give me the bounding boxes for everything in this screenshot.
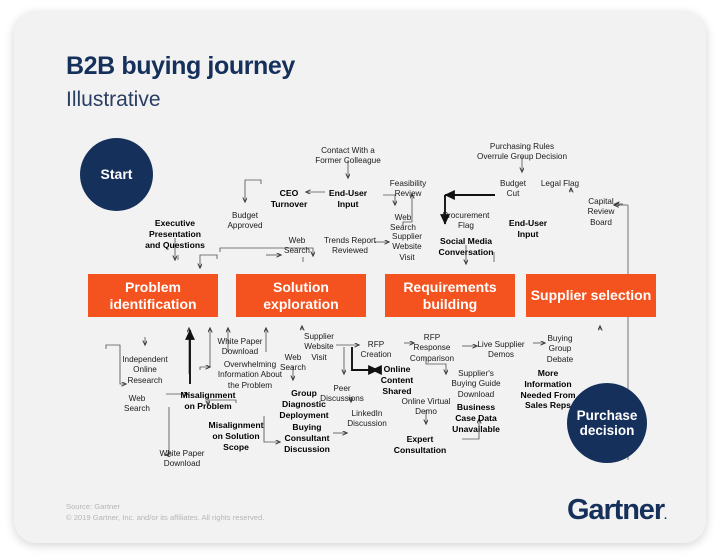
flow-node-supplier-website-visit: Supplier Website Visit — [391, 232, 423, 262]
flow-node-overwhelming-information-about-the-problem: Overwhelming Information About the Probl… — [217, 360, 283, 390]
flow-node-executive-presentation-and-questions: Executive Presentation and Questions — [145, 218, 205, 250]
flow-node-trends-report-reviewed: Trends Report Reviewed — [323, 236, 377, 256]
flow-node-end-user-input: End-User Input — [328, 188, 368, 209]
flow-node-legal-flag: Legal Flag — [540, 179, 580, 188]
flow-node-budget-cut: Budget Cut — [500, 179, 526, 199]
flow-node-independent-online-research: Independent Online Research — [122, 355, 168, 385]
flow-node-procurement-flag: Procurement Flag — [442, 211, 490, 231]
flow-node-budget-approved: Budget Approved — [227, 211, 263, 231]
flow-node-white-paper-download: White Paper Download — [217, 337, 263, 357]
flow-node-business-case-data-unavailable: Business Case Data Unavailable — [452, 402, 500, 434]
flow-node-online-virtual-demo: Online Virtual Demo — [401, 397, 451, 417]
purchase-decision-node[interactable]: Purchase decision — [567, 383, 647, 463]
flow-node-contact-with-a-former-colleague: Contact With a Former Colleague — [315, 146, 381, 166]
flow-node-misalignment-on-problem: Misalignment on Problem — [180, 390, 236, 411]
flow-node-white-paper-download: White Paper Download — [159, 449, 205, 469]
flow-node-peer-discussions: Peer Discussions — [320, 384, 364, 404]
flow-node-web-search: Web Search — [284, 236, 310, 256]
flow-node-end-user-input: End-User Input — [508, 218, 548, 239]
page-subtitle: Illustrative — [66, 88, 161, 111]
flow-node-purchasing-rules-overrule-group-decision: Purchasing Rules Overrule Group Decision — [476, 142, 568, 162]
flow-node-buying-group-debate: Buying Group Debate — [546, 334, 574, 364]
flow-node-social-media-conversation: Social Media Conversation — [438, 236, 494, 257]
flow-node-expert-consultation: Expert Consultation — [393, 434, 447, 455]
start-node[interactable]: Start — [80, 138, 153, 211]
gartner-wordmark: Gartner — [566, 494, 665, 526]
source-attribution: Source: Gartner © 2019 Gartner, Inc. and… — [66, 502, 265, 523]
flow-node-web-search: Web Search — [280, 353, 306, 373]
flow-node-rfp-creation: RFP Creation — [360, 340, 392, 360]
gartner-logo: Gartner. — [566, 494, 667, 527]
gartner-registered-mark: . — [664, 510, 667, 522]
flow-node-supplier-s-buying-guide-download: Supplier's Buying Guide Download — [451, 369, 501, 399]
phase-box-solution-exploration[interactable]: Solution exploration — [236, 274, 366, 317]
flow-node-buying-consultant-discussion: Buying Consultant Discussion — [284, 422, 330, 454]
flow-node-capital-review-board: Capital Review Board — [587, 197, 615, 227]
phase-box-supplier-selection[interactable]: Supplier selection — [526, 274, 656, 317]
flow-node-web-search: Web Search — [390, 213, 416, 233]
diagram-card: B2B buying journey Illustrative Start Pu… — [14, 12, 706, 543]
flow-node-linkedin-discussion: LinkedIn Discussion — [347, 409, 387, 429]
page-title: B2B buying journey — [66, 52, 295, 80]
flow-node-web-search: Web Search — [124, 394, 150, 414]
flow-node-ceo-turnover: CEO Turnover — [270, 188, 308, 209]
flow-node-supplier-website-visit: Supplier Website Visit — [303, 332, 335, 362]
flow-node-live-supplier-demos: Live Supplier Demos — [477, 340, 525, 360]
flow-node-online-content-shared: Online Content Shared — [380, 364, 414, 396]
flow-node-more-information-needed-from-sales-reps: More Information Needed From Sales Reps — [520, 368, 576, 411]
flow-node-misalignment-on-solution-scope: Misalignment on Solution Scope — [208, 420, 264, 452]
flow-node-rfp-response-comparison: RFP Response Comparison — [409, 333, 455, 363]
flow-node-feasibility-review: Feasibility Review — [389, 179, 427, 199]
phase-box-problem-identification[interactable]: Problem identification — [88, 274, 218, 317]
phase-box-requirements-building[interactable]: Requirements building — [385, 274, 515, 317]
